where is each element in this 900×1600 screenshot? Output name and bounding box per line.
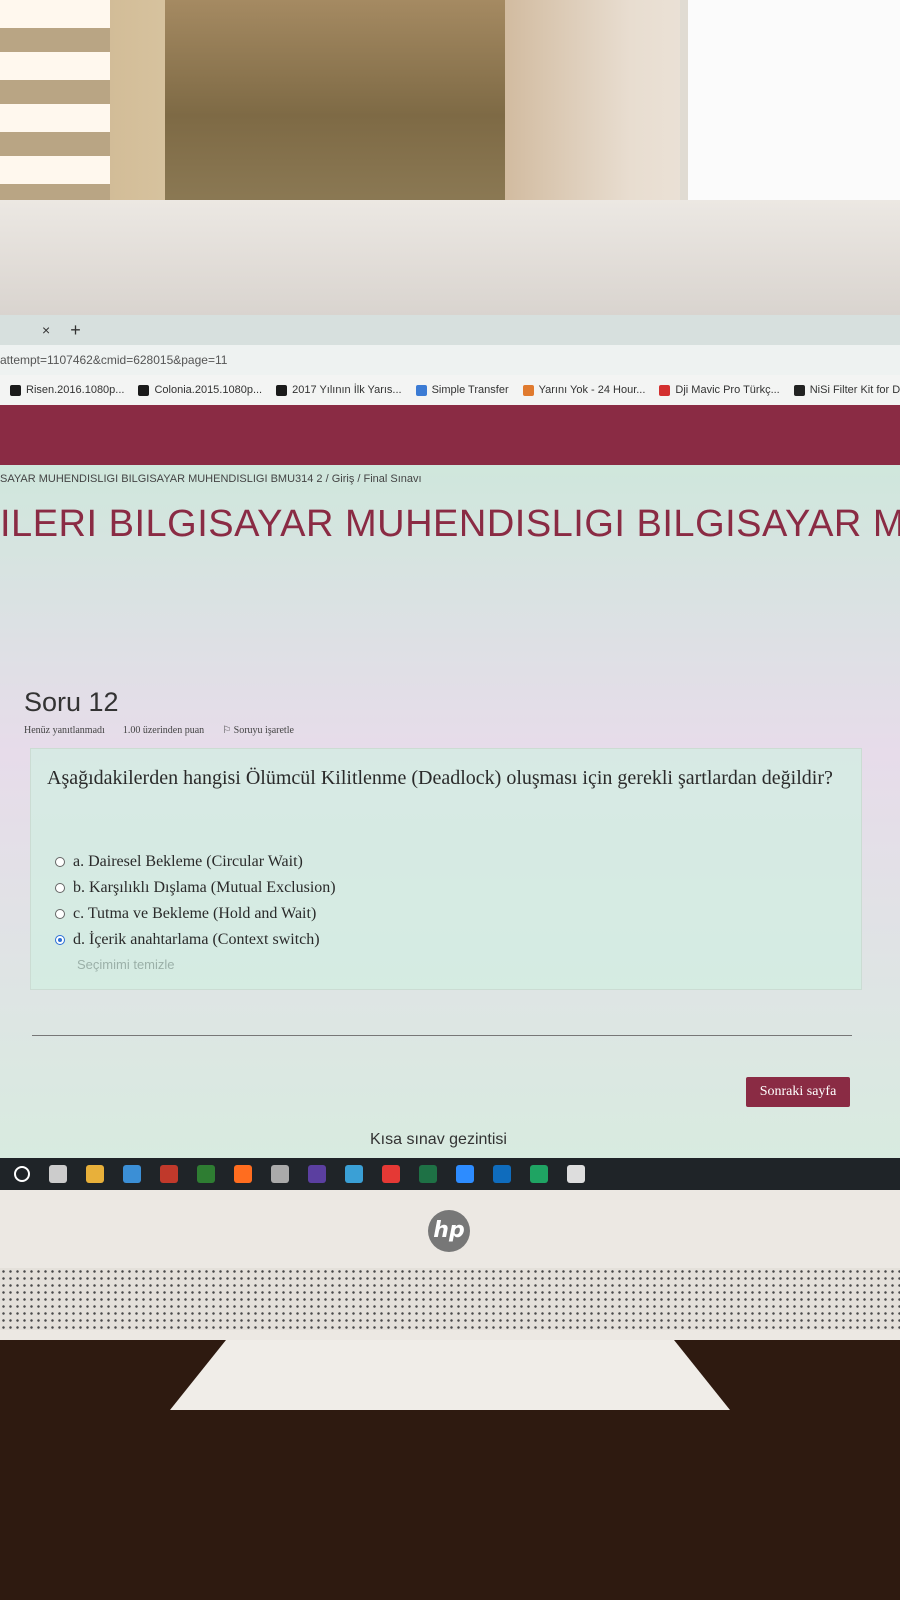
room-background xyxy=(0,0,900,230)
taskbar xyxy=(0,1158,900,1190)
quiz-navigation-link[interactable]: Kısa sınav gezintisi xyxy=(370,1131,507,1149)
option-c[interactable]: c. Tutma ve Bekleme (Hold and Wait) xyxy=(55,901,336,927)
breadcrumb[interactable]: SAYAR MUHENDISLIGI BILGISAYAR MUHENDISLI… xyxy=(0,473,422,485)
monitor-top-bezel xyxy=(0,200,900,472)
bookmark-label: Risen.2016.1080p... xyxy=(26,384,125,396)
outlook-icon[interactable] xyxy=(493,1165,511,1183)
search-icon[interactable] xyxy=(14,1166,30,1182)
bookmark-item[interactable]: Simple Transfer xyxy=(415,384,509,396)
divider xyxy=(32,1035,852,1036)
option-d-label: d. İçerik anahtarlama (Context switch) xyxy=(73,931,320,948)
tab-close-icon[interactable]: × xyxy=(42,322,50,338)
app2-icon[interactable] xyxy=(567,1165,585,1183)
site-header xyxy=(0,405,900,465)
desk xyxy=(0,1340,900,1600)
course-title: ILERI BILGISAYAR MUHENDISLIGI BILGISAYAR… xyxy=(0,503,900,545)
clear-choice-link[interactable]: Seçimimi temizle xyxy=(77,957,336,972)
quiz-page: SAYAR MUHENDISLIGI BILGISAYAR MUHENDISLI… xyxy=(0,465,900,1185)
bookmark-icon xyxy=(659,384,671,396)
screen: × + attempt=1107462&cmid=628015&page=11 … xyxy=(0,315,900,1215)
answer-options: a. Dairesel Bekleme (Circular Wait) b. K… xyxy=(55,849,336,972)
bookmark-icon xyxy=(138,384,150,396)
bookmark-icon xyxy=(522,384,534,396)
bookmark-label: Simple Transfer xyxy=(431,384,509,396)
url-text: attempt=1107462&cmid=628015&page=11 xyxy=(0,353,228,367)
zoom-icon[interactable] xyxy=(456,1165,474,1183)
speaker-grille xyxy=(0,1268,900,1330)
window xyxy=(680,0,900,222)
new-tab-icon[interactable]: + xyxy=(70,320,81,341)
question-status: Henüz yanıtlanmadı xyxy=(24,725,105,736)
excel-icon[interactable] xyxy=(419,1165,437,1183)
question-info: Henüz yanıtlanmadı 1.00 üzerinden puan ⚐… xyxy=(24,725,294,736)
option-a-label: a. Dairesel Bekleme (Circular Wait) xyxy=(73,853,303,870)
bookmarks-bar: Risen.2016.1080p... Colonia.2015.1080p...… xyxy=(0,375,900,405)
bookmark-icon xyxy=(10,384,21,396)
radio-a[interactable] xyxy=(55,857,65,867)
flag-question-link[interactable]: ⚐ Soruyu işaretle xyxy=(222,725,294,736)
window-blinds xyxy=(0,0,110,200)
firefox-icon[interactable] xyxy=(234,1165,252,1183)
question-text: Aşağıdakilerden hangisi Ölümcül Kilitlen… xyxy=(47,767,833,789)
radio-b[interactable] xyxy=(55,883,65,893)
file-explorer-icon[interactable] xyxy=(86,1165,104,1183)
bookmark-item[interactable]: Risen.2016.1080p... xyxy=(10,384,124,396)
bookmark-label: Colonia.2015.1080p... xyxy=(154,384,263,396)
radio-c[interactable] xyxy=(55,909,65,919)
bookmark-label: NiSi Filter Kit for DJI... xyxy=(809,384,900,396)
bookmark-icon xyxy=(793,384,805,396)
bookmark-item[interactable]: NiSi Filter Kit for DJI... xyxy=(793,384,900,396)
bookmark-icon xyxy=(276,384,288,396)
option-c-label: c. Tutma ve Bekleme (Hold and Wait) xyxy=(73,905,317,922)
monitor-bottom-bezel: hp xyxy=(0,1190,900,1340)
flag-label: Soruyu işaretle xyxy=(233,725,294,736)
option-a[interactable]: a. Dairesel Bekleme (Circular Wait) xyxy=(55,849,336,875)
bookmark-icon xyxy=(415,384,427,396)
bookmark-label: Dji Mavic Pro Türkç... xyxy=(675,384,780,396)
edge-icon[interactable] xyxy=(530,1165,548,1183)
bookmark-label: 2017 Yılının İlk Yarıs... xyxy=(292,384,402,396)
app-icon[interactable] xyxy=(160,1165,178,1183)
media-player-icon[interactable] xyxy=(345,1165,363,1183)
question-points: 1.00 üzerinden puan xyxy=(122,725,205,736)
calculator-icon[interactable] xyxy=(197,1165,215,1183)
radio-d[interactable] xyxy=(55,935,65,945)
next-page-button[interactable]: Sonraki sayfa xyxy=(746,1077,850,1107)
task-view-icon[interactable] xyxy=(49,1165,67,1183)
wall-painting xyxy=(165,0,505,210)
question-box: Aşağıdakilerden hangisi Ölümcül Kilitlen… xyxy=(30,748,862,990)
visual-studio-icon[interactable] xyxy=(308,1165,326,1183)
bookmark-label: Yarını Yok - 24 Hour... xyxy=(538,384,646,396)
option-b[interactable]: b. Karşılıklı Dışlama (Mutual Exclusion) xyxy=(55,875,336,901)
hp-logo: hp xyxy=(428,1210,470,1252)
option-b-label: b. Karşılıklı Dışlama (Mutual Exclusion) xyxy=(73,879,336,896)
chrome-icon[interactable] xyxy=(382,1165,400,1183)
question-number: Soru 12 xyxy=(24,687,119,717)
tab-bar: × + xyxy=(0,315,900,345)
bookmark-item[interactable]: Colonia.2015.1080p... xyxy=(138,384,262,396)
monitor-stand xyxy=(170,1340,730,1410)
edge-legacy-icon[interactable] xyxy=(123,1165,141,1183)
option-d[interactable]: d. İçerik anahtarlama (Context switch) xyxy=(55,927,336,953)
bookmark-item[interactable]: Dji Mavic Pro Türkç... xyxy=(659,384,780,396)
address-bar[interactable]: attempt=1107462&cmid=628015&page=11 xyxy=(0,345,900,375)
store-icon[interactable] xyxy=(271,1165,289,1183)
bookmark-item[interactable]: 2017 Yılının İlk Yarıs... xyxy=(276,384,402,396)
bookmark-item[interactable]: Yarını Yok - 24 Hour... xyxy=(522,384,646,396)
